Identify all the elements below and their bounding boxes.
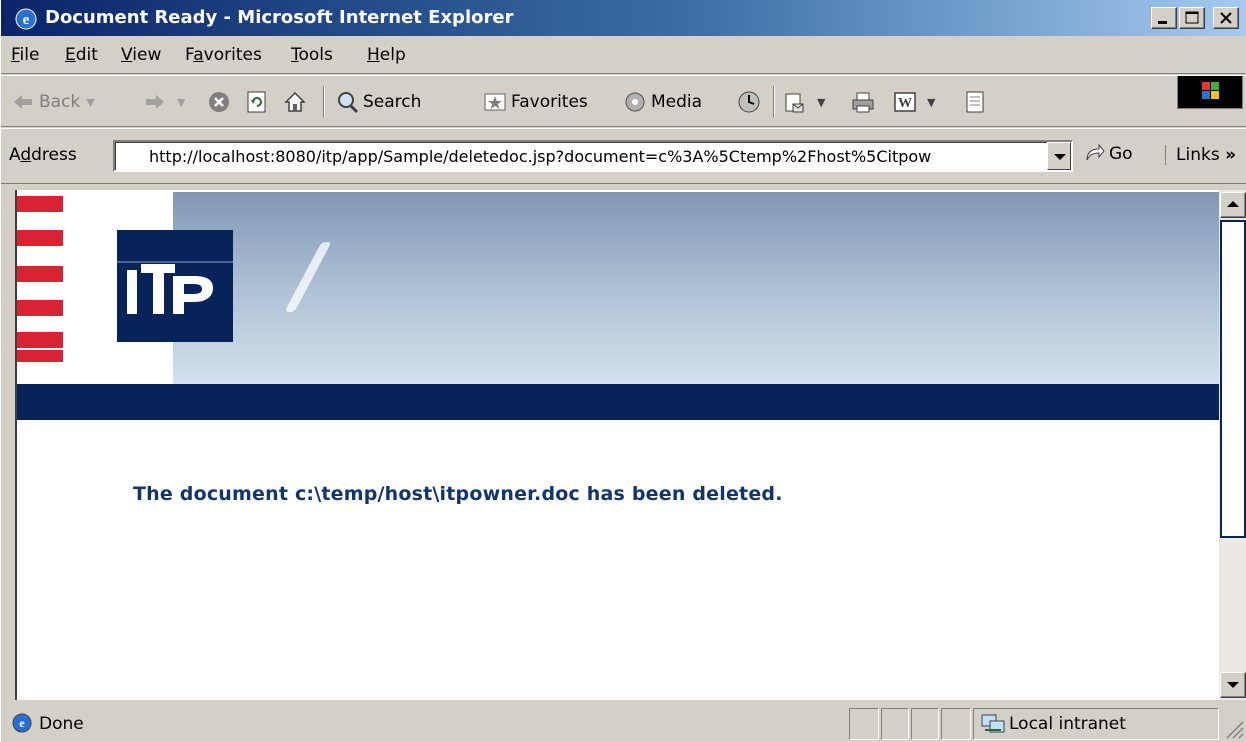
forward-dropdown-icon[interactable]: ▼ [177,96,185,109]
word-icon: W [893,90,917,114]
maximize-button[interactable] [1179,7,1205,29]
itp-logo [117,230,233,342]
deletion-message: The document c:\temp/host\itpowner.doc h… [133,483,783,505]
menu-help[interactable]: Help [367,45,406,65]
forward-arrow-icon [143,90,167,114]
menu-file[interactable]: File [11,45,39,65]
ie-window: e Document Ready - Microsoft Internet Ex… [0,0,1246,742]
discuss-button[interactable] [963,87,991,117]
window-title: Document Ready - Microsoft Internet Expl… [45,7,514,28]
menu-edit[interactable]: Edit [65,45,98,65]
scroll-up-button[interactable] [1220,192,1246,218]
media-button[interactable]: Media [623,87,702,117]
stop-icon [207,90,231,114]
discuss-icon [963,90,987,114]
toolbar-separator [323,86,325,118]
mail-icon [783,90,807,114]
svg-text:W: W [898,96,912,111]
edit-button[interactable]: W ▼ [893,87,935,117]
status-bar: e Done Local intranet [1,704,1246,742]
back-label: Back [39,92,81,112]
address-input[interactable]: http://localhost:8080/itp/app/Sample/del… [113,140,1073,172]
menu-bar: File Edit View Favorites Tools Help [1,36,1246,109]
status-pane [941,708,971,740]
history-icon [737,90,761,114]
home-icon [283,90,307,114]
red-stripe [17,230,63,246]
banner-decoration [284,242,332,312]
banner-navbar [17,384,1219,420]
menu-view[interactable]: View [121,45,161,65]
red-stripe [17,266,63,282]
header-banner [17,192,1219,384]
chevron-right-icon: » [1225,145,1237,165]
favorites-button[interactable]: Favorites [483,87,588,117]
red-stripe [17,196,63,212]
red-stripe [17,332,63,348]
go-label: Go [1109,144,1133,164]
ie-logo-icon: e [15,8,37,30]
title-bar[interactable]: e Document Ready - Microsoft Internet Ex… [1,0,1246,36]
mail-button[interactable]: ▼ [783,87,825,117]
scroll-thumb[interactable] [1220,220,1246,538]
go-button[interactable]: Go [1083,143,1133,165]
close-icon [1220,12,1232,24]
address-dropdown-button[interactable] [1047,142,1071,170]
back-button[interactable]: Back ▼ [11,87,95,117]
standard-toolbar: Back ▼ ▼ Search Favorites Media ▼ W ▼ [1,75,1246,127]
favorites-label: Favorites [511,92,588,112]
status-pane [849,708,879,740]
minimize-icon [1158,21,1167,24]
page-viewport: The document c:\temp/host\itpowner.doc h… [15,190,1219,700]
maximize-icon [1185,11,1199,24]
edit-dropdown-icon[interactable]: ▼ [927,96,935,109]
address-bar: Address http://localhost:8080/itp/app/Sa… [1,128,1246,184]
favorites-star-icon [483,90,507,114]
menu-favorites[interactable]: Favorites [185,45,262,65]
menu-tools[interactable]: Tools [291,45,333,65]
svg-text:e: e [19,716,25,730]
status-pane [911,708,939,740]
search-label: Search [363,92,422,112]
refresh-icon [245,90,269,114]
refresh-button[interactable] [245,87,273,117]
print-icon [851,90,875,114]
stop-button[interactable] [207,87,235,117]
itp-logo-mark [117,230,233,342]
status-text: Done [39,714,84,734]
media-icon [623,90,647,114]
status-pane [881,708,909,740]
svg-text:e: e [23,12,30,28]
red-stripe [17,300,63,316]
forward-button[interactable]: ▼ [143,87,185,117]
vertical-scrollbar[interactable] [1219,190,1246,700]
go-arrow-icon [1083,143,1105,165]
history-button[interactable] [737,87,765,117]
mail-dropdown-icon[interactable]: ▼ [817,96,825,109]
back-dropdown-icon[interactable]: ▼ [86,96,94,109]
red-stripe [17,350,63,362]
search-button[interactable]: Search [335,87,421,117]
address-url: http://localhost:8080/itp/app/Sample/del… [149,147,932,166]
ie-page-icon: e [11,712,33,734]
scroll-down-button[interactable] [1220,672,1246,698]
media-label: Media [651,92,703,112]
minimize-button[interactable] [1151,7,1177,29]
home-button[interactable] [283,87,311,117]
page-icon [121,146,141,166]
local-intranet-icon [981,713,1005,735]
address-label: Address [9,145,77,165]
security-zone-label: Local intranet [1009,714,1126,734]
back-arrow-icon [11,90,35,114]
search-icon [335,90,359,114]
print-button[interactable] [851,87,879,117]
close-button[interactable] [1213,7,1239,29]
links-toolbar[interactable]: Links » [1165,145,1236,165]
resize-grip-icon[interactable] [1221,716,1245,740]
toolbar-separator [773,86,775,118]
